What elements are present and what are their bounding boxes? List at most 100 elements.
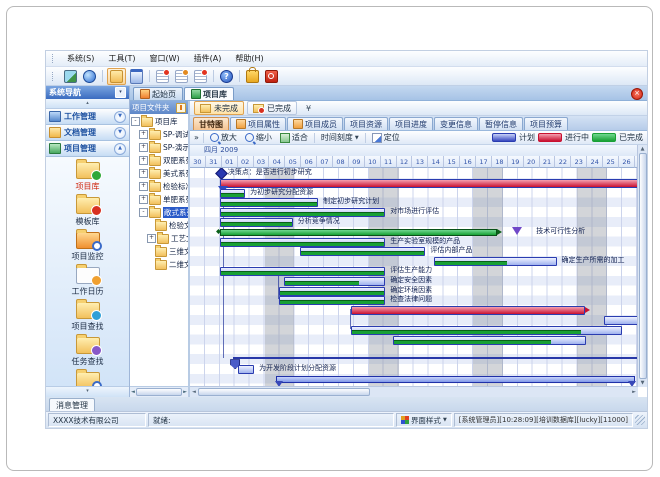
tab-项目预算[interactable]: 项目预算	[524, 117, 568, 130]
menu-item[interactable]: 帮助(H)	[228, 53, 270, 64]
tree-node[interactable]: +SP-调试机系	[130, 128, 188, 141]
tab-甘特图[interactable]: 甘特图	[193, 117, 229, 130]
tree-node[interactable]: -敞式系列	[130, 206, 188, 219]
report-red-button[interactable]	[154, 69, 171, 84]
expand-icon[interactable]: +	[139, 182, 148, 191]
collapse-icon[interactable]: -	[131, 117, 140, 126]
doc-tab[interactable]: 项目库	[184, 87, 234, 100]
report-chart-button[interactable]	[173, 69, 190, 84]
scrollbar-thumb[interactable]	[136, 388, 182, 396]
zoom-out-button[interactable]: 缩小	[243, 132, 274, 143]
incomplete-filter-button[interactable]: 未完成	[194, 101, 244, 115]
menu-item[interactable]: 工具(T)	[101, 53, 142, 64]
tree-node[interactable]: +检验标准	[130, 180, 188, 193]
report-stat-button[interactable]	[192, 69, 209, 84]
tree-node[interactable]: -项目库	[130, 115, 188, 128]
chevron-down-icon[interactable]: ▼	[114, 111, 126, 123]
scroll-right-icon[interactable]: ►	[632, 389, 636, 395]
sidebar-item-template-library[interactable]: 模板库	[46, 195, 129, 230]
folder-window-button[interactable]	[107, 68, 126, 85]
tab-项目成员[interactable]: 项目成员	[287, 117, 343, 130]
lock-button[interactable]	[244, 69, 261, 84]
window-button[interactable]	[128, 69, 145, 84]
gantt-task-bar[interactable]	[434, 257, 556, 266]
gantt-task-bar[interactable]	[220, 218, 293, 227]
nav-footer-strip[interactable]	[46, 386, 129, 397]
expand-icon[interactable]: +	[139, 156, 148, 165]
nav-group-header[interactable]: 项目管理▲	[46, 141, 129, 157]
expand-icon[interactable]: +	[147, 234, 156, 243]
filter-more-button[interactable]: ¥	[303, 104, 314, 113]
collapse-icon[interactable]	[147, 261, 154, 268]
gantt-horizontal-scrollbar[interactable]: ◄ ►	[190, 386, 638, 397]
tree-horizontal-scrollbar[interactable]: ◄ ►	[130, 386, 188, 397]
ui-style-dropdown[interactable]: 界面样式	[396, 413, 452, 427]
expand-icon[interactable]: +	[139, 195, 148, 204]
tree-node[interactable]: +SP-演示机系	[130, 141, 188, 154]
collapse-icon[interactable]	[147, 248, 154, 255]
sidebar-item-project-doc-search[interactable]: 项目文档查找	[46, 370, 129, 386]
gantt-task-bar[interactable]	[300, 247, 425, 256]
locate-button[interactable]: 定位	[370, 132, 402, 143]
nav-group-header[interactable]: 工作管理▼	[46, 109, 129, 125]
scrollbar-thumb[interactable]	[639, 153, 647, 379]
resize-grip[interactable]	[635, 415, 645, 425]
timescale-dropdown[interactable]: 时间刻度	[319, 132, 361, 143]
nav-group-header[interactable]: 文档管理▼	[46, 125, 129, 141]
menu-item[interactable]: 系统(S)	[60, 53, 101, 64]
desktop-button[interactable]	[62, 69, 79, 84]
nav-panel-menu-button[interactable]: ▾	[115, 87, 126, 98]
chevron-up-icon[interactable]: ▲	[114, 143, 126, 155]
tree-node[interactable]: 三维文件	[130, 245, 188, 258]
sidebar-item-work-calendar[interactable]: 工作日历	[46, 265, 129, 300]
globe-button[interactable]	[81, 69, 98, 84]
gantt-task-bar[interactable]	[238, 365, 254, 374]
gantt-task-bar[interactable]	[604, 316, 638, 325]
gantt-task-bar[interactable]	[284, 277, 385, 286]
help-button[interactable]	[218, 69, 235, 84]
collapse-icon[interactable]: -	[139, 208, 148, 217]
menu-item[interactable]: 插件(A)	[187, 53, 229, 64]
scroll-left-icon[interactable]: ◄	[131, 389, 135, 395]
gantt-task-bar[interactable]	[393, 336, 587, 345]
menu-item[interactable]: 窗口(W)	[142, 53, 186, 64]
scroll-left-icon[interactable]: ◄	[192, 389, 196, 395]
tab-暂停信息[interactable]: 暂停信息	[479, 117, 523, 130]
tree-node[interactable]: +双肥系列	[130, 154, 188, 167]
pin-icon[interactable]	[176, 103, 186, 113]
gantt-task-bar[interactable]	[351, 306, 585, 315]
scroll-down-icon[interactable]: ▼	[641, 380, 645, 386]
doc-tab[interactable]: 起始页	[133, 87, 183, 100]
gantt-summary-bar[interactable]	[220, 229, 498, 236]
scrollbar-thumb[interactable]	[198, 388, 370, 396]
sidebar-item-project-library[interactable]: 项目库	[46, 160, 129, 195]
tab-项目属性[interactable]: 项目属性	[230, 117, 286, 130]
close-tab-icon[interactable]	[631, 88, 643, 100]
tree-node[interactable]: +工艺文件	[130, 232, 188, 245]
gantt-task-bar[interactable]	[220, 189, 245, 198]
gantt-task-bar[interactable]	[220, 208, 385, 217]
tree-node[interactable]: +单肥系列	[130, 193, 188, 206]
sidebar-item-task-search[interactable]: 任务查找	[46, 335, 129, 370]
toolbar-overflow-button[interactable]: »	[194, 133, 199, 142]
gantt-summary-plan-bar[interactable]	[276, 376, 634, 383]
gantt-task-bar[interactable]	[351, 326, 622, 335]
expand-icon[interactable]: +	[139, 143, 148, 152]
gantt-task-bar[interactable]	[220, 179, 638, 188]
sidebar-item-project-search[interactable]: 项目查找	[46, 300, 129, 335]
nav-collapse-strip[interactable]	[46, 99, 129, 109]
tab-变更信息[interactable]: 变更信息	[434, 117, 478, 130]
zoom-in-button[interactable]: 放大	[208, 132, 239, 143]
gantt-task-bar[interactable]	[220, 267, 385, 276]
expand-icon[interactable]: +	[139, 169, 148, 178]
complete-filter-button[interactable]: 已完成	[247, 101, 297, 115]
gantt-task-bar[interactable]	[279, 296, 385, 305]
gantt-task-bar[interactable]	[279, 287, 385, 296]
tree-node[interactable]: +美式系列	[130, 167, 188, 180]
tree-node[interactable]: 检验文件	[130, 219, 188, 232]
gantt-task-bar[interactable]	[220, 198, 318, 207]
gantt-summary-line[interactable]	[233, 357, 638, 359]
gantt-vertical-scrollbar[interactable]: ▲ ▼	[637, 145, 647, 387]
scroll-up-icon[interactable]: ▲	[641, 146, 645, 152]
scroll-right-icon[interactable]: ►	[183, 389, 187, 395]
